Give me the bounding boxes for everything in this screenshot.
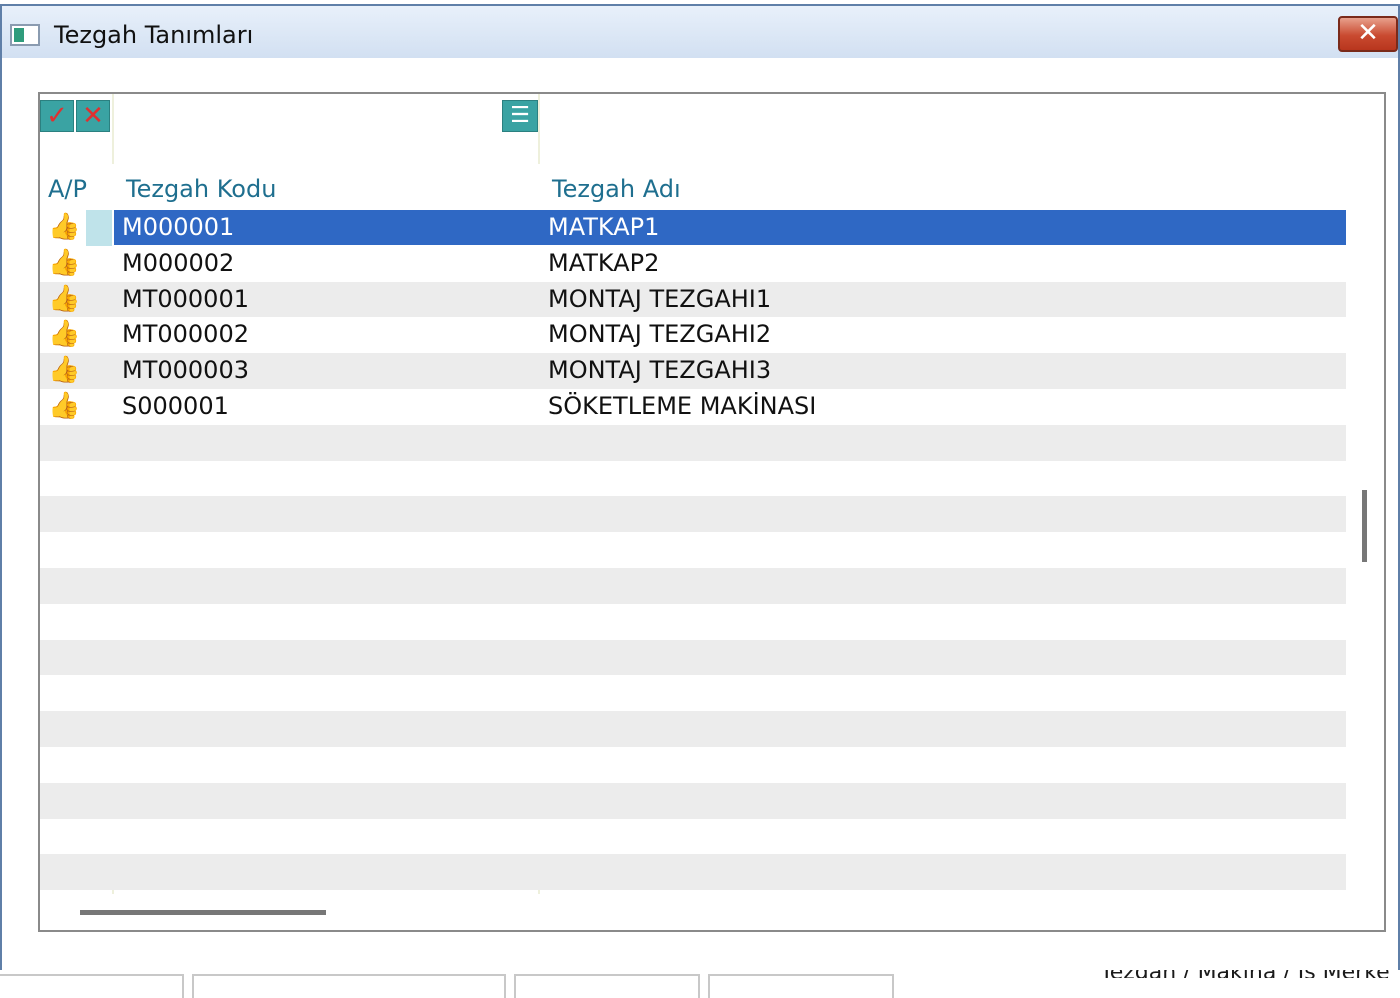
workbench-grid: ✓ ✕ ☰ A/P Tezgah Kodu Tezgah Adı 👍 M0000…: [38, 92, 1386, 932]
window-icon: [10, 24, 40, 46]
cell-name: MONTAJ TEZGAHI1: [548, 284, 772, 313]
x-icon: ✕: [82, 101, 104, 131]
empty-row: [40, 746, 1346, 783]
dialog-client-area: ✓ ✕ ☰ A/P Tezgah Kodu Tezgah Adı 👍 M0000…: [2, 58, 1398, 970]
empty-row: [40, 782, 1346, 819]
window-title: Tezgah Tanımları: [54, 21, 254, 49]
check-icon: ✓: [46, 101, 68, 131]
empty-row: [40, 675, 1346, 712]
background-cell: [514, 974, 700, 998]
empty-row: [40, 567, 1346, 604]
table-row[interactable]: 👍 MT000003 MONTAJ TEZGAHI3: [40, 353, 1346, 389]
title-bar[interactable]: Tezgah Tanımları ✕: [2, 6, 1398, 58]
cell-code: S000001: [122, 391, 229, 420]
background-cell: [708, 974, 894, 998]
thumbs-up-icon: 👍: [48, 319, 81, 350]
table-row[interactable]: 👍 MT000001 MONTAJ TEZGAHI1: [40, 281, 1346, 318]
table-row[interactable]: 👍 S000001 SÖKETLEME MAKİNASI: [40, 388, 1346, 425]
cell-name: MONTAJ TEZGAHI2: [548, 320, 772, 349]
empty-row: [40, 854, 1346, 891]
cell-name: MONTAJ TEZGAHI3: [548, 356, 772, 385]
cell-name: MATKAP2: [548, 248, 660, 277]
grid-body: 👍 M000001 MATKAP1 👍 M000002 MATKAP2 👍 MT…: [40, 210, 1346, 891]
filter-icon: ☰: [510, 103, 530, 128]
select-all-button[interactable]: ✓: [40, 100, 74, 132]
horizontal-scroll-thumb[interactable]: [80, 910, 326, 915]
empty-row: [40, 532, 1346, 568]
grid-toolbar: ✓ ✕ ☰: [40, 94, 1346, 164]
column-header-code[interactable]: Tezgah Kodu: [126, 174, 276, 204]
row-focus-cell: [86, 210, 112, 246]
cell-name: MATKAP1: [548, 213, 660, 241]
empty-row: [40, 603, 1346, 640]
table-row[interactable]: 👍 M000002 MATKAP2: [40, 245, 1346, 282]
background-window: Tezgah / Makina / İş Merke: [0, 960, 1400, 998]
cell-name: SÖKETLEME MAKİNASI: [548, 391, 817, 420]
table-row[interactable]: 👍 M000001 MATKAP1: [40, 210, 1346, 246]
empty-row: [40, 639, 1346, 676]
thumbs-up-icon: 👍: [48, 247, 81, 278]
grid-header: A/P Tezgah Kodu Tezgah Adı: [40, 164, 1346, 210]
close-button[interactable]: ✕: [1338, 16, 1398, 52]
empty-row: [40, 460, 1346, 497]
vertical-scroll-thumb[interactable]: [1362, 490, 1367, 562]
column-header-ap[interactable]: A/P: [48, 174, 87, 204]
empty-row: [40, 711, 1346, 747]
thumbs-up-icon: 👍: [48, 390, 81, 421]
column-header-name[interactable]: Tezgah Adı: [552, 174, 681, 204]
empty-row: [40, 818, 1346, 855]
cell-code: M000001: [122, 213, 235, 241]
selection-highlight: [114, 210, 1346, 245]
thumbs-up-icon: 👍: [48, 283, 81, 314]
cell-code: MT000001: [122, 284, 249, 313]
table-row[interactable]: 👍 MT000002 MONTAJ TEZGAHI2: [40, 317, 1346, 354]
filter-button[interactable]: ☰: [502, 100, 538, 132]
cell-code: M000002: [122, 248, 235, 277]
thumbs-up-icon: 👍: [48, 355, 81, 386]
empty-row: [40, 496, 1346, 533]
cell-code: MT000002: [122, 320, 249, 349]
background-cell: [0, 974, 184, 998]
thumbs-up-icon: 👍: [48, 212, 81, 242]
empty-row: [40, 424, 1346, 461]
background-cell: [192, 974, 506, 998]
dialog-window: Tezgah Tanımları ✕ ✓ ✕ ☰ A/P Tezgah Kodu: [0, 4, 1400, 970]
cell-code: MT000003: [122, 356, 249, 385]
deselect-all-button[interactable]: ✕: [76, 100, 110, 132]
vertical-scrollbar[interactable]: [1346, 94, 1384, 894]
